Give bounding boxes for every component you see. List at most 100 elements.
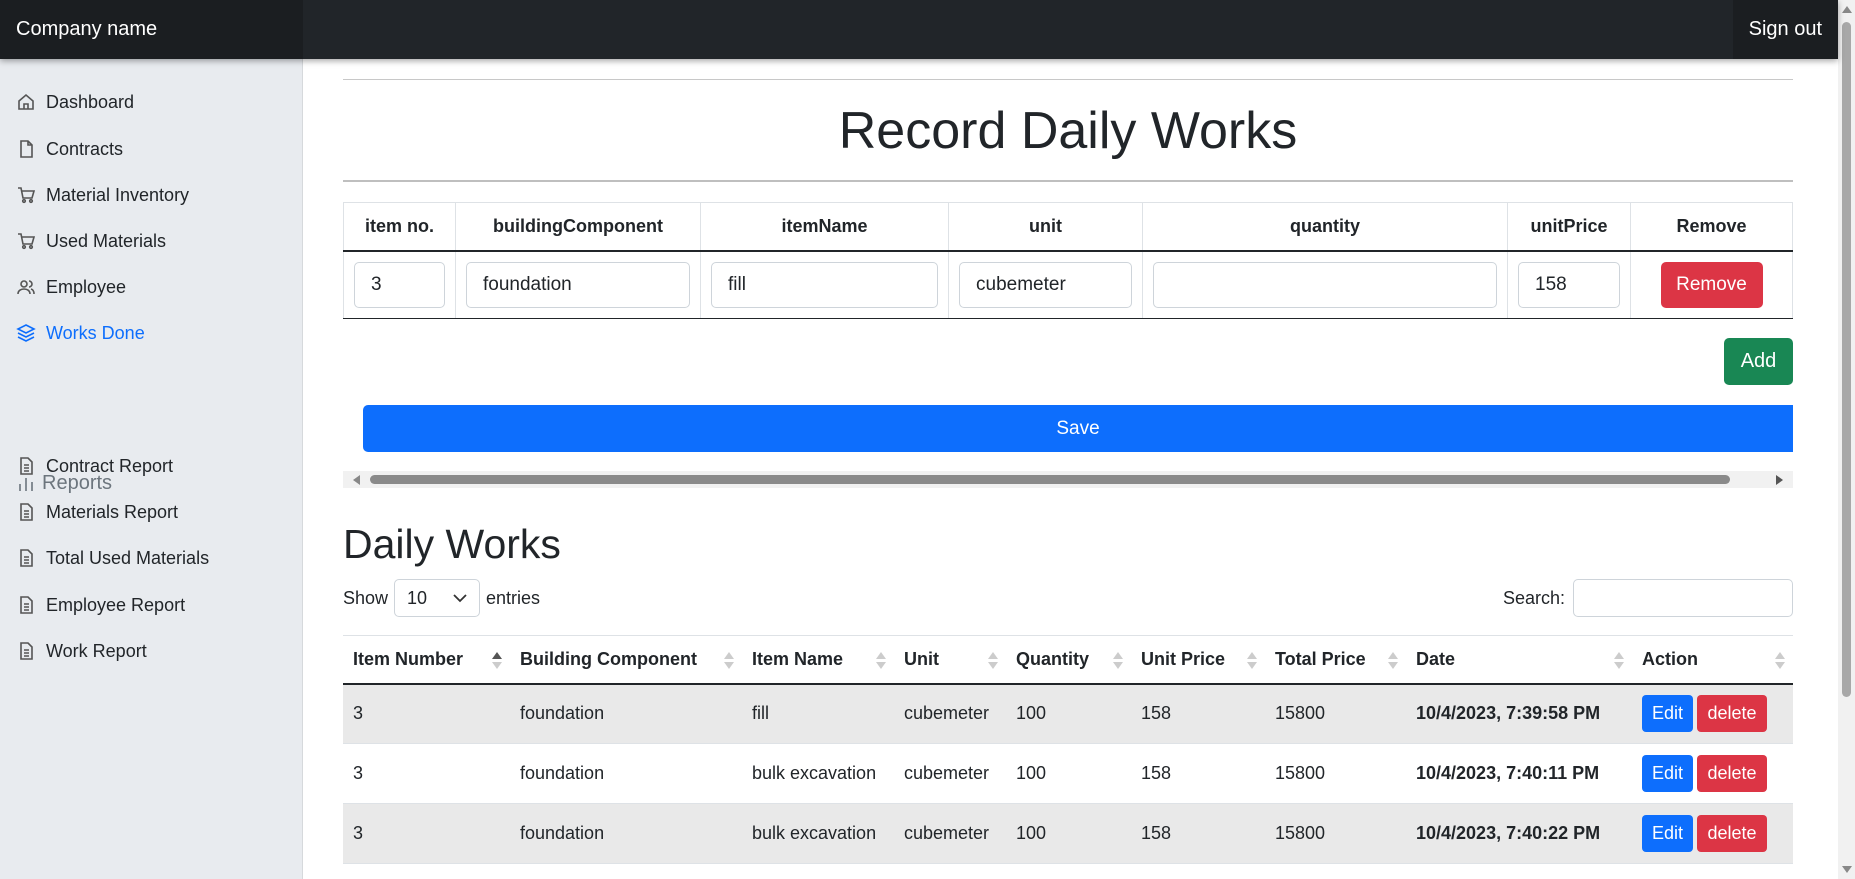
cart-icon	[18, 187, 36, 204]
file-text-icon	[20, 642, 33, 660]
sidebar-item-label: Material Inventory	[46, 184, 190, 205]
sidebar-item-work-report[interactable]: Work Report	[16, 636, 147, 666]
scroll-down-icon[interactable]	[1842, 866, 1852, 873]
sidebar-item-employee-report[interactable]: Employee Report	[16, 590, 185, 620]
item-no-input[interactable]: 3	[354, 261, 445, 308]
column-header-unit-price[interactable]: Unit Price	[1131, 635, 1265, 685]
sort-icon	[1388, 652, 1398, 670]
column-header-quantity[interactable]: Quantity	[1006, 635, 1131, 685]
column-header: item no.	[343, 202, 456, 252]
column-header-label: Unit Price	[1141, 648, 1226, 669]
entries-select[interactable]: 10	[394, 579, 481, 617]
column-header-date[interactable]: Date	[1406, 635, 1632, 685]
scroll-thumb[interactable]	[1842, 22, 1851, 697]
top-navbar: Company name Sign out	[0, 0, 1838, 59]
sort-icon	[1614, 652, 1624, 670]
cell-unit: cubemeter	[894, 743, 1006, 804]
delete-button[interactable]: delete	[1697, 755, 1767, 792]
column-header-unit[interactable]: Unit	[894, 635, 1006, 685]
company-brand[interactable]: Company name	[0, 0, 303, 59]
column-header-item-number[interactable]: Item Number	[343, 635, 510, 685]
search-input[interactable]	[1573, 579, 1793, 617]
cell-building-component: foundation	[510, 683, 742, 744]
cell-quantity: 100	[1006, 803, 1131, 864]
scroll-left-icon[interactable]	[353, 475, 360, 485]
sidebar-item-material-inventory[interactable]: Material Inventory	[16, 180, 189, 210]
quantity-input[interactable]	[1153, 261, 1497, 308]
file-icon	[20, 140, 33, 158]
cell-action: Edit delete	[1632, 803, 1793, 864]
file-text-icon	[20, 503, 33, 521]
column-header: buildingComponent	[455, 202, 701, 252]
sidebar-item-label: Dashboard	[46, 91, 135, 112]
cell-action: Edit delete	[1632, 743, 1793, 804]
item-name-input[interactable]: fill	[711, 261, 938, 308]
column-header: Remove	[1630, 202, 1793, 252]
edit-button[interactable]: Edit	[1642, 755, 1693, 792]
sidebar-item-label: Employee Report	[46, 594, 186, 615]
table-row: 3 foundation fill cubemeter 100 158 1580…	[343, 683, 1793, 744]
divider	[343, 79, 1793, 80]
sort-icon	[492, 652, 502, 670]
unit-input[interactable]: cubemeter	[959, 261, 1132, 308]
scroll-right-icon[interactable]	[1776, 475, 1783, 485]
cart-icon	[18, 233, 36, 250]
column-header-label: Quantity	[1016, 648, 1090, 669]
sidebar-item-label: Work Report	[46, 640, 147, 661]
sort-icon	[1247, 652, 1257, 670]
cell-unit: cubemeter	[894, 683, 1006, 744]
cell-date: 10/4/2023, 7:39:58 PM	[1406, 683, 1632, 744]
form-row: 3 foundation fill cubemeter 158 Remove	[343, 250, 1793, 319]
sidebar-item-employee[interactable]: Employee	[16, 272, 126, 302]
edit-button[interactable]: Edit	[1642, 695, 1693, 733]
column-header-label: Building Component	[520, 648, 697, 669]
sidebar: Dashboard Contracts Material Inventory U…	[0, 59, 303, 879]
column-header: unit	[948, 202, 1143, 252]
record-form-table: item no. buildingComponent itemName unit…	[343, 202, 1793, 319]
sidebar-item-contracts[interactable]: Contracts	[16, 134, 123, 164]
entries-length-control: Show 10 entries	[343, 579, 540, 617]
building-component-input[interactable]: foundation	[466, 261, 690, 308]
cell-total-price: 15800	[1265, 803, 1406, 864]
cell-total-price: 15800	[1265, 683, 1406, 744]
save-button[interactable]: Save	[363, 405, 1793, 452]
users-icon	[17, 280, 35, 295]
column-header-total-price[interactable]: Total Price	[1265, 635, 1406, 685]
vertical-scrollbar[interactable]	[1838, 0, 1855, 879]
sidebar-item-total-used-materials[interactable]: Total Used Materials	[16, 543, 209, 573]
column-header-action[interactable]: Action	[1632, 635, 1793, 685]
home-icon	[18, 93, 34, 110]
cell-item-name: bulk excavation	[742, 743, 894, 804]
sidebar-item-label: Materials Report	[46, 501, 179, 522]
table-row: 3 foundation bulk excavation cubemeter 1…	[343, 743, 1793, 804]
horizontal-scrollbar[interactable]	[343, 471, 1793, 488]
scroll-thumb[interactable]	[370, 475, 1730, 484]
sort-icon	[724, 652, 734, 670]
sidebar-item-dashboard[interactable]: Dashboard	[16, 87, 134, 117]
column-header: quantity	[1142, 202, 1508, 252]
column-header: itemName	[700, 202, 949, 252]
edit-button[interactable]: Edit	[1642, 815, 1693, 852]
unit-price-input[interactable]: 158	[1518, 261, 1620, 308]
sidebar-item-used-materials[interactable]: Used Materials	[16, 226, 166, 256]
sidebar-item-materials-report[interactable]: Materials Report	[16, 497, 178, 527]
column-header-item-name[interactable]: Item Name	[742, 635, 894, 685]
cell-item-name: bulk excavation	[742, 803, 894, 864]
delete-button[interactable]: delete	[1697, 695, 1767, 733]
column-header-building-component[interactable]: Building Component	[510, 635, 742, 685]
sidebar-item-contract-report[interactable]: Contract Report	[16, 451, 173, 481]
sidebar-item-works-done[interactable]: Works Done	[16, 318, 145, 348]
scroll-up-icon[interactable]	[1842, 6, 1852, 13]
sort-icon	[988, 652, 998, 670]
chevron-down-icon	[453, 594, 467, 603]
daily-works-table: Item Number Building Component Item Name…	[343, 635, 1793, 864]
sign-out-link[interactable]: Sign out	[1732, 0, 1838, 59]
cell-unit: cubemeter	[894, 803, 1006, 864]
remove-button[interactable]: Remove	[1660, 261, 1763, 308]
add-button[interactable]: Add	[1724, 338, 1793, 385]
column-header-label: Unit	[904, 648, 939, 669]
file-text-icon	[20, 549, 33, 567]
sidebar-item-label: Contracts	[46, 138, 124, 159]
page-title: Record Daily Works	[838, 102, 1298, 160]
delete-button[interactable]: delete	[1697, 815, 1767, 852]
